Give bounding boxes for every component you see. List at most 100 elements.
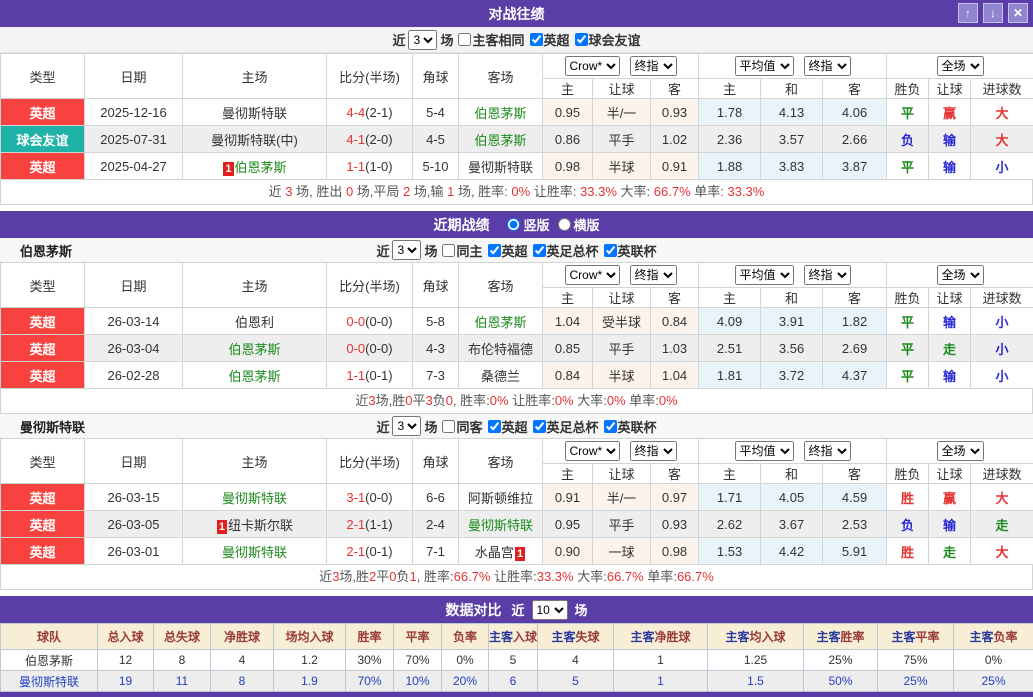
- checkbox-same-away[interactable]: [442, 420, 455, 433]
- filter-checkbox-premier-league[interactable]: 英超: [488, 417, 528, 436]
- checkbox-same-home[interactable]: [442, 244, 455, 257]
- avg-stage-select[interactable]: 终指: [804, 441, 851, 461]
- match-date: 26-03-15: [85, 484, 183, 511]
- summary-segment: 平: [376, 569, 389, 584]
- filter-checkbox-club-friendly[interactable]: 球会友谊: [575, 30, 641, 49]
- checkbox-club-friendly[interactable]: [575, 33, 588, 46]
- close-button[interactable]: ✕: [1008, 3, 1028, 23]
- halftime-score: (0-0): [365, 341, 392, 356]
- result-goals: 大: [971, 99, 1033, 126]
- fulltime-score: 2-1: [346, 544, 365, 559]
- home-team: 曼彻斯特联: [183, 538, 327, 565]
- radio-horizontal[interactable]: [558, 218, 571, 231]
- odds-home: 0.95: [543, 511, 593, 538]
- filter-checkbox-efl-cup[interactable]: 英联杯: [604, 417, 657, 436]
- stat-cell: 0%: [954, 650, 1033, 671]
- recent-title: 近期战绩: [433, 215, 489, 235]
- move-up-button[interactable]: ↑: [958, 3, 978, 23]
- checkbox-efl-cup[interactable]: [604, 420, 617, 433]
- near-count-select[interactable]: 3: [392, 416, 421, 436]
- result-outcome: 负: [887, 511, 929, 538]
- stat-cell: 6: [489, 671, 538, 692]
- checkbox-efl-cup[interactable]: [604, 244, 617, 257]
- arrow-up-icon: ↑: [965, 6, 971, 20]
- odds-handicap: 半/一: [593, 99, 651, 126]
- near-count-select[interactable]: 3: [392, 240, 421, 260]
- odds-source-select[interactable]: Crow*: [565, 56, 620, 76]
- header-text: 负率: [453, 630, 477, 644]
- result-goals: 小: [971, 153, 1033, 180]
- checkbox-fa-cup[interactable]: [533, 420, 546, 433]
- odds-stage-select[interactable]: 终指: [630, 265, 677, 285]
- away-team-name: 桑德兰: [481, 369, 520, 384]
- match-row: 英超2025-12-16曼彻斯特联4-4(2-1)5-4伯恩茅斯0.95半/一0…: [1, 99, 1033, 126]
- avg-home: 1.78: [699, 99, 761, 126]
- team-filter: 近3场同客英超英足总杯英联杯: [376, 416, 656, 436]
- comparison-table: 球队总入球总失球净胜球场均入球胜率平率负率主客入球主客失球主客净胜球主客均入球主…: [0, 623, 1033, 692]
- checkbox-premier-league[interactable]: [488, 244, 501, 257]
- filter-checkbox-same-venue[interactable]: 主客相同: [458, 30, 524, 49]
- column-subheader: 和: [761, 79, 823, 99]
- checkbox-premier-league[interactable]: [488, 420, 501, 433]
- filter-checkbox-fa-cup[interactable]: 英足总杯: [533, 241, 599, 260]
- column-subheader: 客: [823, 464, 887, 484]
- column-subheader: 进球数: [971, 79, 1033, 99]
- checkbox-premier-league[interactable]: [530, 33, 543, 46]
- checkbox-same-venue[interactable]: [458, 33, 471, 46]
- section-comparison: 数据对比 近 10 场 球队总入球总失球净胜球场均入球胜率平率负率主客入球主客失…: [0, 596, 1033, 692]
- avg-stage-select[interactable]: 终指: [804, 56, 851, 76]
- avg-source-select[interactable]: 平均值: [735, 441, 794, 461]
- filter-checkbox-efl-cup[interactable]: 英联杯: [604, 241, 657, 260]
- odds-source-select[interactable]: Crow*: [565, 441, 620, 461]
- corner-score: 5-8: [413, 308, 459, 335]
- summary-segment: 3: [285, 184, 292, 199]
- result-goals: 大: [971, 484, 1033, 511]
- team-name-cell: 伯恩茅斯: [1, 650, 98, 671]
- column-subheader: 胜负: [887, 79, 929, 99]
- odds-stage-select[interactable]: 终指: [630, 441, 677, 461]
- radio-vertical-layout[interactable]: 竖版: [507, 215, 549, 234]
- filter-checkbox-fa-cup[interactable]: 英足总杯: [533, 417, 599, 436]
- filter-checkbox-premier-league[interactable]: 英超: [488, 241, 528, 260]
- stat-cell: 4: [211, 650, 274, 671]
- radio-horizontal-layout[interactable]: 横版: [558, 215, 600, 234]
- avg-home: 1.81: [699, 362, 761, 389]
- header-prefix: 主客: [551, 630, 575, 644]
- match-row: 英超26-03-14伯恩利0-0(0-0)5-8伯恩茅斯1.04受半球0.844…: [1, 308, 1033, 335]
- filter-checkbox-premier-league[interactable]: 英超: [530, 30, 570, 49]
- filter-checkbox-same-away[interactable]: 同客: [442, 417, 482, 436]
- near-count-select[interactable]: 3: [408, 30, 437, 50]
- avg-source-select[interactable]: 平均值: [735, 56, 794, 76]
- odds-away: 0.84: [651, 308, 699, 335]
- result-outcome: 负: [887, 126, 929, 153]
- avg-source-select[interactable]: 平均值: [735, 265, 794, 285]
- away-team: 伯恩茅斯: [459, 308, 543, 335]
- matches-label: 场: [575, 600, 588, 619]
- away-team-name: 水晶宫: [475, 545, 514, 560]
- avg-stage-select[interactable]: 终指: [804, 265, 851, 285]
- home-team: 伯恩茅斯: [183, 362, 327, 389]
- summary-segment: 负: [433, 393, 446, 408]
- away-team-name: 布伦特福德: [468, 342, 533, 357]
- comparison-near-select[interactable]: 10: [532, 600, 568, 620]
- radio-vertical[interactable]: [507, 218, 520, 231]
- checkbox-fa-cup[interactable]: [533, 244, 546, 257]
- home-team-name: 伯恩茅斯: [228, 369, 280, 384]
- scope-select[interactable]: 全场: [937, 265, 984, 285]
- scope-select[interactable]: 全场: [937, 441, 984, 461]
- odds-source-select[interactable]: Crow*: [565, 265, 620, 285]
- result-handicap: 赢: [929, 99, 971, 126]
- filter-checkbox-same-home[interactable]: 同主: [442, 241, 482, 260]
- checkbox-label: 英超: [502, 241, 528, 260]
- scope-select[interactable]: 全场: [937, 56, 984, 76]
- avg-source-group: 平均值终指: [699, 263, 887, 288]
- column-header: 客场: [459, 263, 543, 308]
- avg-away: 2.53: [823, 511, 887, 538]
- odds-stage-select[interactable]: 终指: [630, 56, 677, 76]
- avg-home: 1.88: [699, 153, 761, 180]
- odds-home: 1.04: [543, 308, 593, 335]
- move-down-button[interactable]: ↓: [983, 3, 1003, 23]
- summary-segment: 让胜率:: [491, 569, 537, 584]
- match-row: 球会友谊2025-07-31曼彻斯特联(中)4-1(2-0)4-5伯恩茅斯0.8…: [1, 126, 1033, 153]
- column-header: 日期: [85, 439, 183, 484]
